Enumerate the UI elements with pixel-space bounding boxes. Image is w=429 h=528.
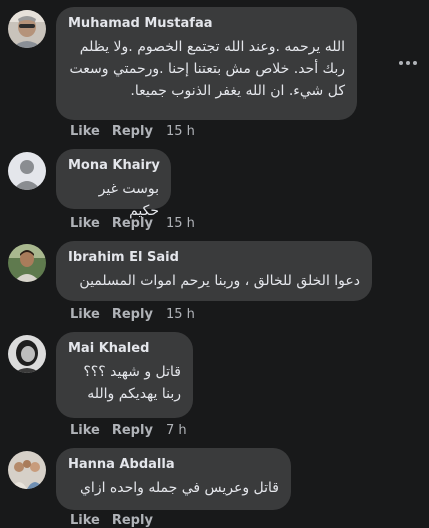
comment-author[interactable]: Muhamad Mustafaa — [68, 15, 345, 32]
comment-timestamp[interactable]: 15 h — [166, 216, 195, 231]
reply-link[interactable]: Reply — [112, 423, 153, 438]
like-link[interactable]: Like — [70, 216, 100, 231]
comment-text: قاتل و شهيد ؟؟؟ ربنا يهديكم والله — [83, 364, 181, 402]
avatar-photo-icon — [8, 10, 46, 48]
like-link[interactable]: Like — [70, 124, 100, 139]
like-link[interactable]: Like — [70, 307, 100, 322]
avatar[interactable] — [8, 335, 46, 373]
comment-actions: Like Reply 15 h — [70, 307, 195, 322]
comment-author[interactable]: Ibrahim El Said — [68, 249, 360, 266]
like-link[interactable]: Like — [70, 513, 100, 528]
comment-actions: Like Reply 7 h — [70, 423, 187, 438]
comment-author[interactable]: Mona Khairy — [68, 157, 160, 174]
comment-text: قاتل وعريس في جمله واحده ازاي — [79, 480, 279, 496]
reply-link[interactable]: Reply — [112, 124, 153, 139]
avatar[interactable] — [8, 451, 46, 489]
like-link[interactable]: Like — [70, 423, 100, 438]
comment-text: الله يرحمه .وعند الله تجتمع الخصوم .ولا … — [69, 39, 345, 99]
comment-actions: Like Reply — [70, 513, 166, 528]
comment-timestamp[interactable]: 15 h — [166, 307, 195, 322]
comment-timestamp[interactable]: 15 h — [166, 124, 195, 139]
reply-link[interactable]: Reply — [112, 513, 153, 528]
avatar[interactable] — [8, 244, 46, 282]
comment-author[interactable]: Hanna Abdalla — [68, 456, 279, 473]
avatar-photo-icon — [8, 451, 46, 489]
comment-author[interactable]: Mai Khaled — [68, 340, 181, 357]
reply-link[interactable]: Reply — [112, 216, 153, 231]
reply-link[interactable]: Reply — [112, 307, 153, 322]
comment-actions: Like Reply 15 h — [70, 124, 195, 139]
comment-bubble: Mai Khaled قاتل و شهيد ؟؟؟ ربنا يهديكم و… — [56, 332, 193, 418]
avatar-photo-icon — [8, 244, 46, 282]
comment-bubble: Hanna Abdalla قاتل وعريس في جمله واحده ا… — [56, 448, 291, 510]
avatar[interactable] — [8, 152, 46, 190]
avatar-photo-icon — [8, 335, 46, 373]
comment-bubble: Muhamad Mustafaa الله يرحمه .وعند الله ت… — [56, 7, 357, 120]
comment-text: دعوا الخلق للخالق ، وربنا يرحم اموات الم… — [79, 273, 360, 289]
default-avatar-icon — [8, 152, 46, 190]
avatar[interactable] — [8, 10, 46, 48]
more-options-icon[interactable] — [398, 58, 418, 68]
comment-actions: Like Reply 15 h — [70, 216, 195, 231]
comment-bubble: Ibrahim El Said دعوا الخلق للخالق ، وربن… — [56, 241, 372, 301]
comment-timestamp[interactable]: 7 h — [166, 423, 187, 438]
comment-bubble: Mona Khairy بوست غير حكيم — [56, 149, 171, 219]
